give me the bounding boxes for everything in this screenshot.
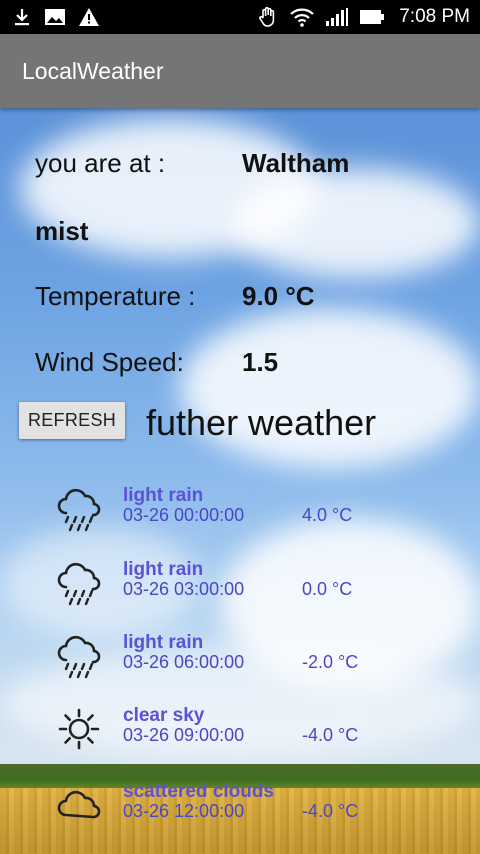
forecast-item[interactable]: scattered clouds 03-26 12:00:00 -4.0 °C xyxy=(0,781,480,851)
forecast-item[interactable]: clear sky 03-26 09:00:00 -4.0 °C xyxy=(0,705,480,775)
wind-value: 1.5 xyxy=(242,347,279,377)
weather-content[interactable]: you are at : Waltham mist Temperature : … xyxy=(0,108,480,854)
location-value: Waltham xyxy=(242,148,350,178)
temperature-label: Temperature : xyxy=(35,281,196,311)
background-cloud xyxy=(180,308,480,468)
status-right-icons: 7:08 PM xyxy=(257,6,470,28)
forecast-time: 03-26 00:00:00 xyxy=(123,505,245,525)
current-condition: mist xyxy=(35,216,89,246)
background-cloud xyxy=(230,168,480,278)
forecast-item[interactable]: light rain 03-26 06:00:00 -2.0 °C xyxy=(0,632,480,702)
refresh-button[interactable]: REFRESH xyxy=(19,402,125,439)
status-time: 7:08 PM xyxy=(399,6,470,27)
forecast-description: light rain xyxy=(123,632,204,653)
app-bar: LocalWeather xyxy=(0,34,480,108)
forecast-item[interactable]: light rain 03-26 03:00:00 0.0 °C xyxy=(0,559,480,629)
forecast-time: 03-26 06:00:00 xyxy=(123,652,245,672)
wifi-icon xyxy=(289,7,315,27)
signal-icon xyxy=(325,7,349,27)
hand-icon xyxy=(257,6,279,28)
forecast-temperature: 4.0 °C xyxy=(302,505,353,525)
battery-icon xyxy=(359,8,385,26)
rain-cloud-icon xyxy=(54,632,106,684)
status-left-icons xyxy=(12,7,100,27)
forecast-temperature: 0.0 °C xyxy=(302,579,353,599)
forecast-description: scattered clouds xyxy=(123,781,274,802)
forecast-temperature: -4.0 °C xyxy=(302,801,359,821)
location-label: you are at : xyxy=(35,148,166,178)
status-bar: 7:08 PM xyxy=(0,0,480,34)
wind-label: Wind Speed: xyxy=(35,347,184,377)
image-icon xyxy=(44,8,66,26)
rain-cloud-icon xyxy=(54,485,106,537)
forecast-description: clear sky xyxy=(123,705,205,726)
temperature-value: 9.0 °C xyxy=(242,281,315,311)
download-icon xyxy=(12,7,32,27)
forecast-description: light rain xyxy=(123,485,204,506)
further-weather-title: futher weather xyxy=(146,402,377,443)
sun-icon xyxy=(54,705,106,757)
cloud-icon xyxy=(54,781,106,833)
app-title: LocalWeather xyxy=(22,57,164,84)
forecast-item[interactable]: light rain 03-26 00:00:00 4.0 °C xyxy=(0,485,480,555)
forecast-temperature: -4.0 °C xyxy=(302,725,359,745)
rain-cloud-icon xyxy=(54,559,106,611)
forecast-time: 03-26 12:00:00 xyxy=(123,801,245,821)
forecast-temperature: -2.0 °C xyxy=(302,652,359,672)
forecast-time: 03-26 03:00:00 xyxy=(123,579,245,599)
forecast-time: 03-26 09:00:00 xyxy=(123,725,245,745)
forecast-description: light rain xyxy=(123,559,204,580)
warning-icon xyxy=(78,7,100,27)
